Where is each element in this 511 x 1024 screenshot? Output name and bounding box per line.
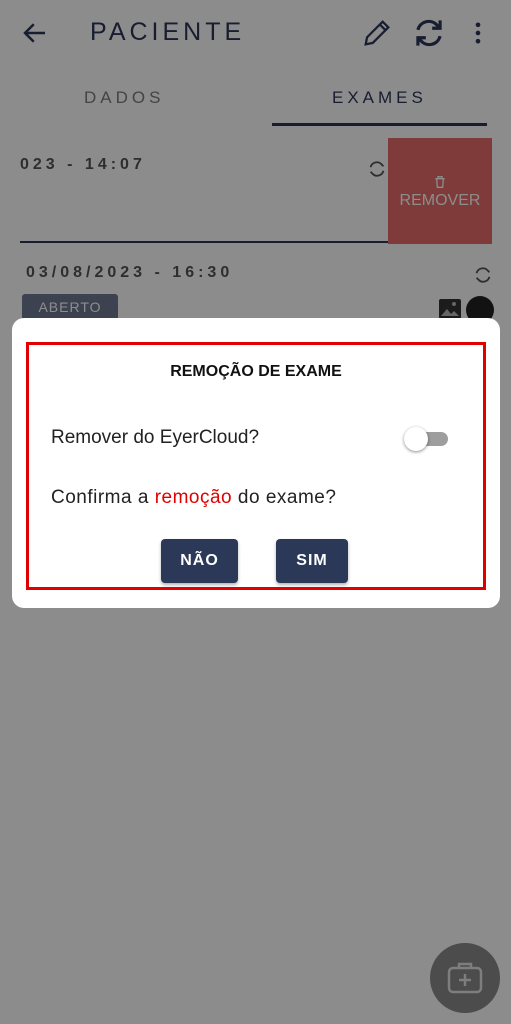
confirm-prefix: Confirma a bbox=[51, 487, 155, 508]
remove-cloud-toggle[interactable] bbox=[404, 425, 450, 453]
remove-exam-dialog: REMOÇÃO DE EXAME Remover do EyerCloud? C… bbox=[12, 318, 500, 608]
no-button[interactable]: NÃO bbox=[161, 539, 238, 583]
yes-button[interactable]: SIM bbox=[276, 539, 348, 583]
confirm-suffix: do exame? bbox=[232, 487, 337, 508]
dialog-title: REMOÇÃO DE EXAME bbox=[170, 363, 342, 380]
confirm-highlight: remoção bbox=[154, 487, 233, 508]
dialog-highlight-frame: REMOÇÃO DE EXAME Remover do EyerCloud? C… bbox=[26, 342, 486, 590]
remove-cloud-label: Remover do EyerCloud? bbox=[51, 427, 260, 448]
confirm-message: Confirma a remoção do exame? bbox=[51, 487, 336, 509]
toggle-thumb bbox=[404, 427, 428, 451]
